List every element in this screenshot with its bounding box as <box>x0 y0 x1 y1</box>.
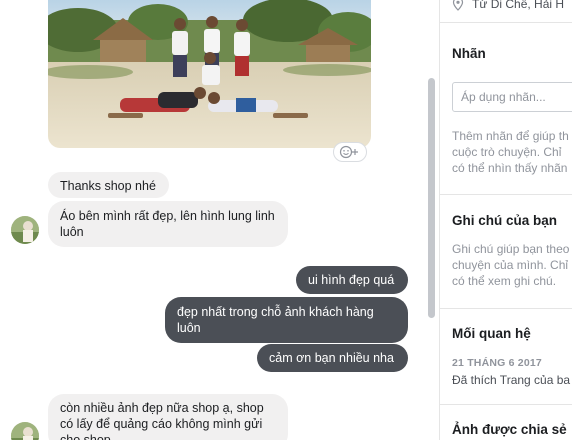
incoming-message[interactable]: Thanks shop nhé <box>48 172 169 198</box>
incoming-message[interactable]: Áo bên mình rất đẹp, lên hình lung linh … <box>48 201 288 247</box>
add-reaction-button[interactable] <box>333 142 367 162</box>
help-line: Ghi chú giúp bạn theo <box>452 242 570 256</box>
outgoing-message[interactable]: ui hình đẹp quá <box>296 266 408 294</box>
location-text: Từ Di Chế, Hải H <box>472 0 565 11</box>
divider <box>440 308 572 309</box>
message-line: còn nhiều ảnh đẹp nữa shop ạ, shop <box>60 401 264 415</box>
relationship-heading: Mối quan hệ <box>452 326 531 341</box>
message-line: cho shop <box>60 433 111 440</box>
message-text: cảm ơn bạn nhiều nha <box>269 351 394 365</box>
avatar-photo <box>11 216 39 244</box>
scrollbar-thumb[interactable] <box>428 78 435 318</box>
labels-help: Thêm nhãn để giúp th cuộc trò chuyện. Ch… <box>452 128 572 176</box>
beach-photo-illustration <box>48 0 371 148</box>
message-line: đẹp nhất trong chỗ ảnh khách hàng <box>177 305 374 319</box>
outgoing-message[interactable]: cảm ơn bạn nhiều nha <box>257 344 408 372</box>
message-line: có lấy để quảng cáo không mình gửi <box>60 417 263 431</box>
divider <box>440 404 572 405</box>
help-line: Thêm nhãn để giúp th <box>452 129 569 143</box>
notes-help: Ghi chú giúp bạn theo chuyện của mình. C… <box>452 241 572 289</box>
divider <box>440 22 572 23</box>
conversation-pane: Thanks shop nhé Áo bên mình rất đẹp, lên… <box>0 0 425 440</box>
smiley-plus-icon <box>339 145 358 159</box>
shared-photos-heading[interactable]: Ảnh được chia sẻ <box>452 422 572 437</box>
label-input[interactable] <box>452 82 572 112</box>
help-line: chuyện của mình. Chỉ <box>452 258 569 272</box>
chat-scrollbar[interactable] <box>425 0 439 440</box>
shared-photo[interactable] <box>48 0 371 148</box>
outgoing-message[interactable]: đẹp nhất trong chỗ ảnh khách hàng luôn <box>165 297 408 343</box>
message-line: luôn <box>60 225 84 239</box>
notes-heading[interactable]: Ghi chú của bạn <box>452 213 572 228</box>
relationship-text[interactable]: Đã thích Trang của ba <box>452 372 572 388</box>
message-line: Áo bên mình rất đẹp, lên hình lung linh <box>60 209 275 223</box>
sender-avatar[interactable] <box>11 216 39 244</box>
location-pin-icon <box>452 0 464 11</box>
help-line: cuộc trò chuyện. Chỉ <box>452 145 562 159</box>
avatar-photo <box>11 422 39 440</box>
help-line: có thể xem ghi chú. <box>452 274 557 288</box>
message-line: luôn <box>177 321 201 335</box>
info-panel: Từ Di Chế, Hải H Nhãn Thêm nhãn để giúp … <box>439 0 572 440</box>
divider <box>440 194 572 195</box>
incoming-message[interactable]: còn nhiều ảnh đẹp nữa shop ạ, shop có lấ… <box>48 394 288 440</box>
message-text: ui hình đẹp quá <box>308 273 395 287</box>
labels-heading: Nhãn <box>452 46 486 61</box>
help-line: có thể nhìn thấy nhãn <box>452 161 568 175</box>
message-text: Thanks shop nhé <box>60 179 156 193</box>
relationship-date: 21 THÁNG 6 2017 <box>452 357 542 369</box>
location-row: Từ Di Chế, Hải H <box>452 0 572 12</box>
sender-avatar[interactable] <box>11 422 39 440</box>
